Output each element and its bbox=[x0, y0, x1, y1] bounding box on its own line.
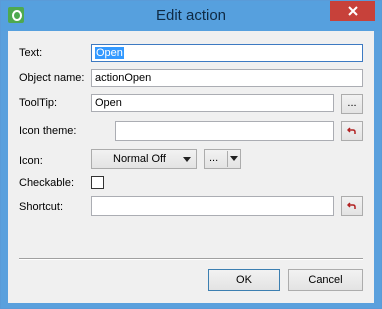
object-name-input[interactable]: actionOpen bbox=[91, 69, 363, 87]
checkable-label: Checkable: bbox=[19, 177, 75, 189]
title-bar[interactable]: Edit action bbox=[1, 1, 381, 31]
dialog-body: Text: Open Object name: actionOpen ToolT… bbox=[8, 31, 374, 303]
chevron-down-icon bbox=[183, 157, 191, 162]
checkable-checkbox[interactable] bbox=[91, 176, 104, 189]
icon-mode-select[interactable]: Normal Off bbox=[91, 149, 197, 169]
text-input-value: Open bbox=[95, 47, 124, 59]
icon-more-button[interactable]: ... bbox=[204, 149, 241, 169]
shortcut-reset-button[interactable] bbox=[341, 196, 363, 216]
dialog-title: Edit action bbox=[155, 7, 227, 24]
shortcut-label: Shortcut: bbox=[19, 201, 64, 213]
ok-button[interactable]: OK bbox=[208, 269, 280, 291]
icon-theme-reset-button[interactable] bbox=[341, 121, 363, 141]
reset-arrow-icon bbox=[347, 202, 356, 209]
icon-label: Icon: bbox=[19, 155, 43, 167]
reset-arrow-icon bbox=[347, 127, 356, 134]
tooltip-input[interactable]: Open bbox=[91, 94, 334, 112]
icon-theme-label: Icon theme: bbox=[19, 125, 77, 137]
close-icon bbox=[347, 6, 358, 16]
text-input[interactable]: Open bbox=[91, 44, 363, 62]
icon-more-label: ... bbox=[209, 152, 219, 164]
icon-mode-value: Normal Off bbox=[113, 153, 166, 165]
split-divider bbox=[227, 151, 228, 167]
shortcut-input[interactable] bbox=[91, 196, 334, 216]
tooltip-more-button[interactable]: ... bbox=[341, 94, 363, 114]
tooltip-label: ToolTip: bbox=[19, 97, 58, 109]
object-name-label: Object name: bbox=[19, 72, 85, 84]
chevron-down-icon bbox=[230, 156, 238, 161]
close-button[interactable] bbox=[330, 1, 375, 21]
cancel-button[interactable]: Cancel bbox=[288, 269, 363, 291]
icon-theme-input[interactable] bbox=[115, 121, 334, 141]
separator bbox=[19, 258, 363, 260]
edit-action-dialog: Edit action Text: Open Object name: acti… bbox=[0, 0, 382, 309]
text-label: Text: bbox=[19, 47, 43, 59]
